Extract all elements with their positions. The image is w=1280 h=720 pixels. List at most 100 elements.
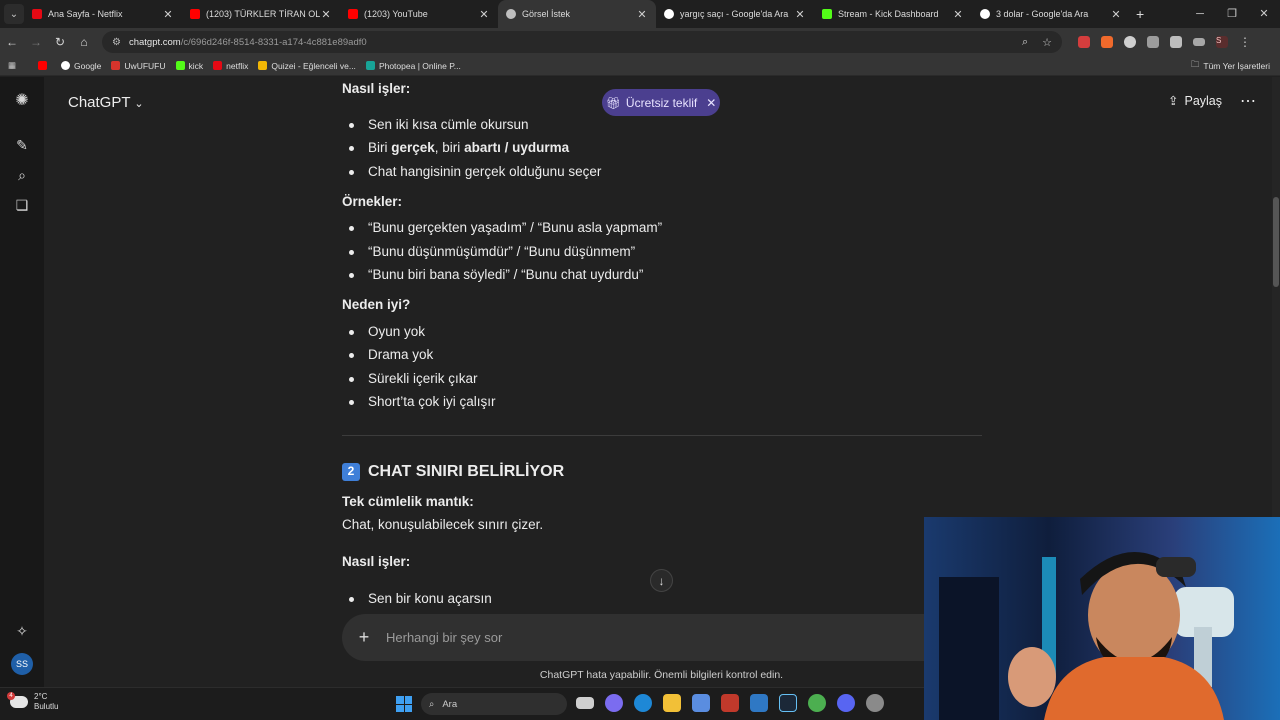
list-item: “Bunu düşünmüşümdür” / “Bunu düşünmem”	[348, 240, 635, 263]
menu-dots-icon[interactable]: ⋮	[1239, 35, 1251, 49]
list-item: Oyun yok	[348, 320, 425, 343]
bookmark-photopea[interactable]: Photopea | Online P...	[365, 61, 461, 71]
mail-icon[interactable]	[750, 694, 768, 712]
close-icon[interactable]: ✕	[706, 96, 716, 110]
edge-icon[interactable]	[634, 694, 652, 712]
tab-search-chevron-icon[interactable]: ⌄	[4, 4, 24, 24]
tab-title: (1203) YouTube	[364, 9, 428, 19]
file-explorer-icon[interactable]	[663, 694, 681, 712]
model-selector[interactable]: ChatGPT ⌄	[68, 94, 144, 111]
forward-arrow-icon[interactable]: →	[24, 35, 48, 49]
address-bar[interactable]: ⚙ chatgpt.com/c/696d246f-8514-8331-a174-…	[102, 31, 1062, 53]
tab-title: Görsel İstek	[522, 9, 571, 19]
bookmark-label: Google	[74, 60, 102, 71]
site-info-icon[interactable]: ⚙	[112, 37, 121, 48]
bookmark-netflix[interactable]: netflix	[213, 61, 248, 71]
more-options-icon[interactable]: ⋯	[1240, 91, 1256, 111]
close-icon[interactable]: ✕	[952, 8, 964, 21]
list-item: Chat hangisinin gerçek olduğunu seçer	[348, 160, 601, 183]
store-icon[interactable]	[692, 694, 710, 712]
restore-icon[interactable]: ❐	[1216, 0, 1248, 28]
tab-google-search-1[interactable]: yargıç saçı - Google'da Ara ✕	[656, 0, 814, 28]
discord-icon[interactable]	[837, 694, 855, 712]
bookmark-google[interactable]: Google	[61, 61, 101, 71]
sparkle-icon[interactable]: ✧	[13, 622, 31, 640]
chrome-icon[interactable]	[808, 694, 826, 712]
tab-title: Stream - Kick Dashboard	[838, 9, 939, 19]
bookmark-quizei[interactable]: Quizei - Eğlenceli ve...	[258, 61, 356, 71]
section-heading: Örnekler:	[342, 194, 403, 209]
scroll-down-button[interactable]: ↓	[650, 569, 673, 592]
extension-icon[interactable]	[1124, 36, 1136, 48]
list-item: Sen iki kısa cümle okursun	[349, 113, 529, 136]
prompt-input[interactable]	[386, 630, 962, 645]
netflix-icon	[213, 61, 223, 70]
settings-icon[interactable]	[866, 694, 884, 712]
taskbar-search[interactable]: ⌕ Ara	[421, 693, 567, 715]
news-icon[interactable]	[721, 694, 739, 712]
new-chat-icon[interactable]: ✎	[13, 136, 31, 154]
apps-grid-icon[interactable]: ▦	[8, 60, 22, 71]
kick-icon	[822, 9, 832, 19]
library-icon[interactable]: ❏	[13, 196, 31, 214]
youtube-icon	[348, 9, 358, 19]
tab-youtube[interactable]: (1203) YouTube ✕	[340, 0, 498, 28]
tab-netflix[interactable]: Ana Sayfa - Netflix ✕	[24, 0, 182, 28]
list-item: “Bunu gerçekten yaşadım” / “Bunu asla ya…	[348, 216, 662, 239]
steam-icon[interactable]	[779, 694, 797, 712]
tab-gorsel-istek[interactable]: Görsel İstek ✕	[498, 0, 656, 28]
chevron-down-icon: ⌄	[134, 98, 144, 110]
search-icon[interactable]: ⌕	[13, 166, 31, 184]
close-icon[interactable]: ✕	[1110, 8, 1122, 21]
taskbar-apps	[576, 694, 884, 712]
minimize-icon[interactable]: ─	[1184, 0, 1216, 28]
puzzle-icon[interactable]	[1170, 36, 1182, 48]
kick-icon	[175, 61, 185, 70]
media-icon[interactable]	[1193, 38, 1205, 46]
weather-widget[interactable]: 4 2°C Bulutlu	[7, 692, 58, 712]
google-icon	[980, 9, 990, 19]
close-window-icon[interactable]: ✕	[1248, 0, 1280, 28]
bold-text: gerçek	[391, 140, 435, 155]
close-icon[interactable]: ✕	[478, 8, 490, 21]
tab-kick-dashboard[interactable]: Stream - Kick Dashboard ✕	[814, 0, 972, 28]
streamer-video	[924, 517, 1280, 720]
openai-logo-icon[interactable]: ✺	[13, 92, 31, 110]
section-heading: Tek cümlelik mantık:	[342, 494, 474, 509]
shield-icon[interactable]	[1147, 36, 1159, 48]
bookmark-uwufufu[interactable]: UwUFUFU	[111, 61, 166, 71]
bold-text: abartı / uydurma	[464, 140, 570, 155]
share-button[interactable]: ⇪ Paylaş	[1168, 93, 1223, 109]
close-icon[interactable]: ✕	[162, 8, 174, 21]
home-icon[interactable]: ⌂	[72, 35, 96, 49]
reload-icon[interactable]: ↻	[48, 35, 72, 49]
close-icon[interactable]: ✕	[794, 8, 806, 21]
section-title: 2 CHAT SINIRI BELİRLİYOR	[342, 460, 564, 483]
back-arrow-icon[interactable]: ←	[0, 35, 24, 49]
tab-google-search-2[interactable]: 3 dolar - Google'da Ara ✕	[972, 0, 1130, 28]
free-offer-banner[interactable]: 🎁︎ Ücretsiz teklif ✕	[602, 89, 720, 116]
scrollbar-thumb[interactable]	[1273, 197, 1279, 287]
close-icon[interactable]: ✕	[636, 8, 648, 21]
extension-icon[interactable]	[1078, 36, 1090, 48]
close-icon[interactable]: ✕	[320, 8, 332, 21]
bookmark-youtube[interactable]	[38, 61, 51, 70]
section-title-text: CHAT SINIRI BELİRLİYOR	[368, 463, 565, 480]
url-host: chatgpt.com	[128, 36, 181, 48]
copilot-icon[interactable]	[605, 694, 623, 712]
windows-start-icon[interactable]	[396, 696, 412, 712]
tab-youtube-video[interactable]: (1203) TÜRKLER TİRAN OLUYOR ✕	[182, 0, 340, 28]
task-view-icon[interactable]	[576, 697, 594, 709]
list-item: “Bunu biri bana söyledi” / “Bunu chat uy…	[348, 263, 643, 286]
zoom-icon[interactable]: ⌕	[1022, 36, 1028, 49]
search-label: Ara	[442, 698, 458, 710]
bookmark-kick[interactable]: kick	[175, 61, 203, 71]
bookmark-star-icon[interactable]: ☆	[1042, 36, 1052, 49]
add-attachment-icon[interactable]: +	[342, 627, 386, 648]
new-tab-plus-icon[interactable]: +	[1136, 6, 1144, 22]
list-item: Drama yok	[348, 343, 433, 366]
all-bookmarks[interactable]: 🗀 Tüm Yer İşaretleri	[1191, 59, 1270, 73]
profile-avatar[interactable]: S	[1216, 36, 1228, 48]
extension-icon[interactable]	[1101, 36, 1113, 48]
share-label: Paylaş	[1184, 93, 1223, 108]
